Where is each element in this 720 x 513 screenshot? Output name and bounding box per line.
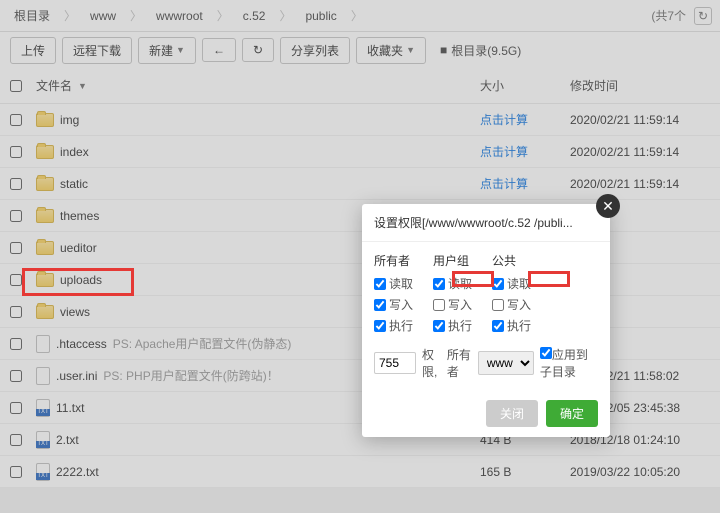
perm-public-col: 公共 读取 写入 执行: [492, 252, 531, 334]
perm-owner-label: 所有者: [374, 252, 413, 269]
owner-select[interactable]: www: [478, 351, 534, 375]
group-exec-checkbox[interactable]: [433, 320, 445, 332]
public-write-checkbox[interactable]: [492, 299, 504, 311]
close-button[interactable]: 关闭: [486, 400, 538, 427]
group-read-checkbox[interactable]: [433, 278, 445, 290]
owner-label: 所有者: [447, 346, 472, 380]
public-exec-checkbox[interactable]: [492, 320, 504, 332]
dialog-title: 设置权限[/www/wwwroot/c.52 /publi...: [362, 204, 610, 242]
owner-read-checkbox[interactable]: [374, 278, 386, 290]
perm-public-label: 公共: [492, 252, 531, 269]
apply-subdirs-checkbox[interactable]: [540, 347, 552, 359]
permission-input[interactable]: [374, 352, 416, 374]
permission-dialog: ✕ 设置权限[/www/wwwroot/c.52 /publi... 所有者 读…: [362, 204, 610, 437]
owner-exec-checkbox[interactable]: [374, 320, 386, 332]
perm-label: 权限,: [422, 346, 441, 380]
perm-owner-col: 所有者 读取 写入 执行: [374, 252, 413, 334]
modal-mask: [0, 0, 720, 513]
public-read-checkbox[interactable]: [492, 278, 504, 290]
owner-write-checkbox[interactable]: [374, 299, 386, 311]
close-icon[interactable]: ✕: [596, 194, 620, 218]
perm-group-label: 用户组: [433, 252, 472, 269]
group-write-checkbox[interactable]: [433, 299, 445, 311]
ok-button[interactable]: 确定: [546, 400, 598, 427]
perm-group-col: 用户组 读取 写入 执行: [433, 252, 472, 334]
